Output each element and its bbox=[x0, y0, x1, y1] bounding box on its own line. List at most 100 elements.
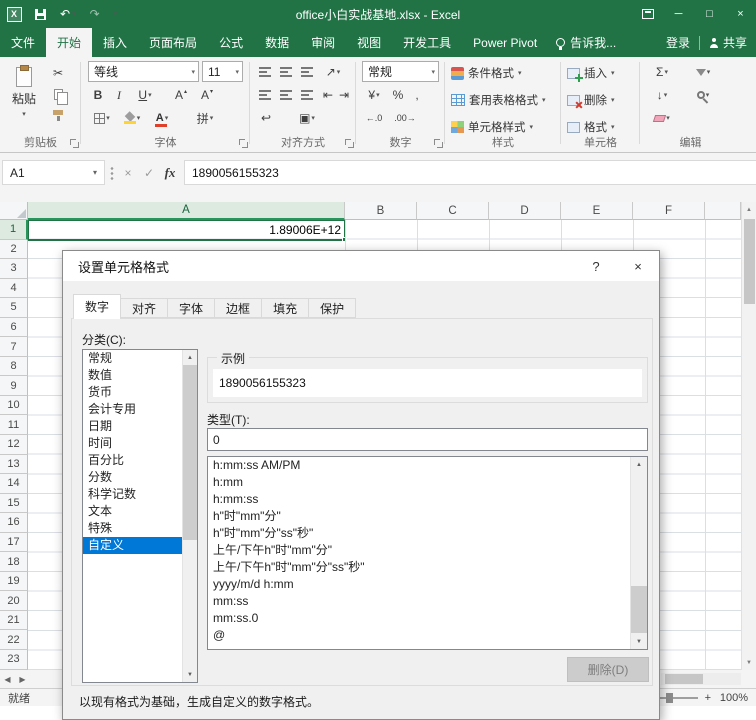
category-item[interactable]: 特殊 bbox=[83, 520, 182, 537]
name-box-dropdown[interactable]: ▾ bbox=[86, 161, 104, 184]
category-item[interactable]: 百分比 bbox=[83, 452, 182, 469]
category-item[interactable]: 数值 bbox=[83, 367, 182, 384]
category-item[interactable]: 自定义 bbox=[83, 537, 182, 554]
fill-color-button[interactable]: ▾ bbox=[118, 108, 146, 128]
column-header-E[interactable]: E bbox=[561, 202, 633, 220]
clipboard-dialog-launcher[interactable] bbox=[69, 138, 79, 148]
italic-button[interactable]: I bbox=[109, 85, 129, 105]
delete-button[interactable]: 删除(D) bbox=[567, 657, 649, 682]
format-code-item[interactable]: 上午/下午h"时"mm"分"ss"秒" bbox=[208, 559, 630, 576]
category-item[interactable]: 日期 bbox=[83, 418, 182, 435]
format-code-item[interactable]: h"时"mm"分" bbox=[208, 508, 630, 525]
scrollbar-thumb[interactable] bbox=[631, 586, 647, 633]
row-header-2[interactable]: 2 bbox=[0, 239, 28, 260]
scroll-down-button[interactable]: ▼ bbox=[631, 634, 647, 649]
row-header-8[interactable]: 8 bbox=[0, 356, 28, 377]
insert-function-button[interactable]: fx bbox=[160, 160, 180, 185]
vertical-scrollbar[interactable]: ▲ ▼ bbox=[741, 202, 756, 670]
cell-A1[interactable]: 1.89006E+12 bbox=[28, 220, 345, 240]
row-header-14[interactable]: 14 bbox=[0, 474, 28, 494]
number-dialog-launcher[interactable] bbox=[433, 138, 443, 148]
dialog-tab[interactable]: 保护 bbox=[308, 298, 357, 318]
font-dialog-launcher[interactable] bbox=[238, 138, 248, 148]
horizontal-scrollbar[interactable] bbox=[661, 673, 741, 685]
format-code-item[interactable]: h"时"mm"分"ss"秒" bbox=[208, 525, 630, 542]
number-format-combo[interactable]: 常规 ▾ bbox=[362, 61, 439, 82]
scroll-down-button[interactable]: ▼ bbox=[742, 655, 756, 670]
row-header-17[interactable]: 17 bbox=[0, 532, 28, 553]
dialog-tab[interactable]: 字体 bbox=[167, 298, 216, 318]
top-align-button[interactable] bbox=[255, 62, 275, 82]
close-button[interactable]: × bbox=[725, 0, 756, 28]
scroll-down-button[interactable]: ▼ bbox=[183, 667, 197, 682]
font-name-combo[interactable]: 等线 ▾ bbox=[88, 61, 199, 82]
row-header-6[interactable]: 6 bbox=[0, 317, 28, 338]
row-header-4[interactable]: 4 bbox=[0, 278, 28, 299]
tell-me-box[interactable]: 告诉我... bbox=[548, 28, 624, 57]
wrap-text-button[interactable]: ↩ bbox=[255, 108, 277, 128]
zoom-in-button[interactable]: + bbox=[705, 692, 711, 704]
row-header-21[interactable]: 21 bbox=[0, 610, 28, 631]
format-code-item[interactable]: mm:ss bbox=[208, 593, 630, 610]
formula-bar-splitter[interactable] bbox=[109, 166, 115, 181]
row-header-20[interactable]: 20 bbox=[0, 591, 28, 611]
select-all-corner[interactable] bbox=[0, 202, 28, 220]
increase-decimal-button[interactable]: ←.0 bbox=[361, 108, 387, 128]
ribbon-tab[interactable]: 文件 bbox=[0, 28, 46, 57]
category-item[interactable]: 文本 bbox=[83, 503, 182, 520]
bold-button[interactable]: B bbox=[88, 85, 108, 105]
row-header-1[interactable]: 1 bbox=[0, 220, 28, 240]
minimize-button[interactable]: ─ bbox=[663, 0, 694, 28]
column-header-D[interactable]: D bbox=[489, 202, 561, 220]
zoom-slider-thumb[interactable] bbox=[665, 692, 673, 703]
alignment-dialog-launcher[interactable] bbox=[344, 138, 354, 148]
center-button[interactable] bbox=[276, 85, 296, 105]
ribbon-tab[interactable]: 视图 bbox=[346, 28, 392, 57]
share-button[interactable]: 共享 bbox=[709, 34, 747, 51]
middle-align-button[interactable] bbox=[276, 62, 296, 82]
ribbon-tab[interactable]: 开发工具 bbox=[392, 28, 462, 57]
comma-style-button[interactable]: , bbox=[409, 85, 425, 105]
format-code-item[interactable]: 上午/下午h"时"mm"分" bbox=[208, 542, 630, 559]
ribbon-tab[interactable]: Power Pivot bbox=[462, 28, 548, 57]
row-header-16[interactable]: 16 bbox=[0, 513, 28, 533]
formula-input[interactable]: 1890056155323 bbox=[184, 160, 756, 185]
horizontal-scrollbar-thumb[interactable] bbox=[665, 674, 703, 684]
dialog-tab[interactable]: 数字 bbox=[73, 294, 122, 319]
delete-cells-button[interactable]: 删除 ▾ bbox=[567, 88, 615, 112]
category-item[interactable]: 时间 bbox=[83, 435, 182, 452]
row-header-15[interactable]: 15 bbox=[0, 493, 28, 514]
format-code-item[interactable]: @ bbox=[208, 627, 630, 644]
clear-button[interactable]: ▾ bbox=[645, 108, 679, 128]
percent-style-button[interactable]: % bbox=[389, 85, 407, 105]
row-header-23[interactable]: 23 bbox=[0, 650, 28, 670]
cut-button[interactable]: ✂ bbox=[47, 63, 69, 83]
format-code-item[interactable]: h:mm bbox=[208, 474, 630, 491]
ribbon-tab[interactable]: 开始 bbox=[46, 28, 93, 57]
increase-font-size-button[interactable]: A ▴ bbox=[169, 85, 193, 105]
redo-button[interactable]: ↷ bbox=[83, 0, 107, 28]
column-header-F[interactable]: F bbox=[633, 202, 705, 220]
scroll-up-button[interactable]: ▲ bbox=[742, 202, 756, 217]
row-header-18[interactable]: 18 bbox=[0, 552, 28, 572]
sign-in-link[interactable]: 登录 bbox=[666, 34, 690, 51]
decrease-decimal-button[interactable]: .00→ bbox=[390, 108, 420, 128]
row-header-22[interactable]: 22 bbox=[0, 630, 28, 651]
excel-logo-icon[interactable]: X bbox=[0, 0, 28, 28]
sheet-nav-left-button[interactable]: ◀ bbox=[0, 675, 15, 684]
category-list-scrollbar[interactable]: ▲ ▼ bbox=[182, 350, 197, 682]
accounting-format-button[interactable]: ¥ ▾ bbox=[361, 85, 387, 105]
column-header-C[interactable]: C bbox=[417, 202, 489, 220]
cancel-button[interactable]: × bbox=[118, 160, 138, 185]
column-header-partial[interactable] bbox=[705, 202, 741, 220]
save-button[interactable] bbox=[28, 0, 53, 28]
category-item[interactable]: 常规 bbox=[83, 350, 182, 367]
underline-button[interactable]: U ▾ bbox=[130, 85, 160, 105]
align-left-button[interactable] bbox=[255, 85, 275, 105]
category-item[interactable]: 科学记数 bbox=[83, 486, 182, 503]
row-header-7[interactable]: 7 bbox=[0, 337, 28, 357]
ribbon-tab[interactable]: 页面布局 bbox=[138, 28, 208, 57]
copy-button[interactable]: ▾ bbox=[47, 84, 75, 105]
format-code-item[interactable]: mm:ss.0 bbox=[208, 610, 630, 627]
decrease-indent-button[interactable]: ⇤ bbox=[320, 85, 336, 105]
